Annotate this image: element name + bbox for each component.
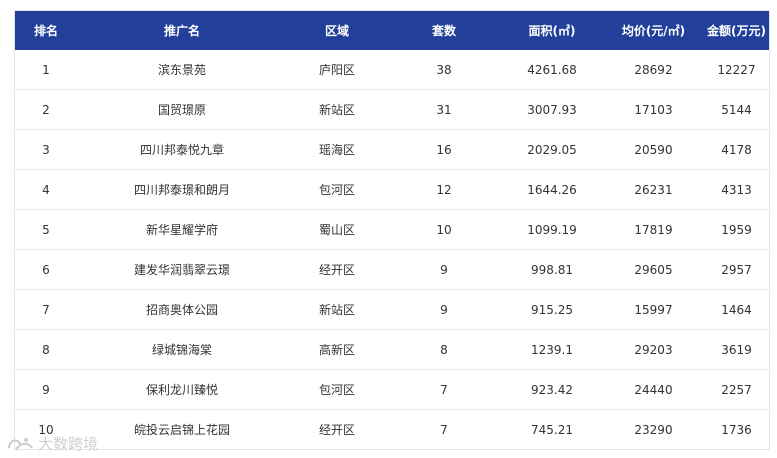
header-amount: 金额(万元) bbox=[704, 11, 769, 50]
cell-rank: 7 bbox=[15, 289, 77, 330]
cell-amount: 4178 bbox=[704, 129, 769, 170]
cell-rank: 4 bbox=[15, 169, 77, 210]
cell-avg-price: 17819 bbox=[603, 209, 704, 250]
cell-project-name: 滨东景苑 bbox=[157, 63, 206, 77]
table-row: 3 四川邦泰悦九章 瑶海区 16 2029.05 20590 4178 bbox=[15, 129, 769, 170]
header-project-name: 推广名 bbox=[77, 11, 287, 50]
header-area: 面积(㎡) bbox=[501, 11, 603, 50]
cell-units: 16 bbox=[387, 129, 501, 170]
cell-units: 9 bbox=[387, 249, 501, 290]
cell-units: 8 bbox=[387, 329, 501, 370]
cell-area: 923.42 bbox=[501, 369, 603, 410]
cell-units: 12 bbox=[387, 169, 501, 210]
cell-area: 1099.19 bbox=[501, 209, 603, 250]
cell-area: 2029.05 bbox=[501, 129, 603, 170]
watermark-text: 大数跨境 bbox=[38, 435, 99, 453]
cell-project-name: 国贸璟原 bbox=[77, 89, 287, 130]
cell-area: 745.21 bbox=[501, 409, 603, 449]
table-row: 6 建发华润翡翠云璟 经开区 9 998.81 29605 2957 bbox=[15, 249, 769, 290]
cell-project-name: 招商奥体公园 bbox=[77, 289, 287, 330]
cell-project-name: 皖投云启锦上花园 bbox=[77, 409, 287, 449]
cell-rank: 8 bbox=[15, 329, 77, 370]
cell-project-name: 绿城锦海棠 bbox=[77, 329, 287, 370]
cell-rank: 5 bbox=[15, 209, 77, 250]
cell-rank: 6 bbox=[15, 249, 77, 290]
table-row: 9 保利龙川臻悦 包河区 7 923.42 24440 2257 bbox=[15, 369, 769, 410]
cell-district: 包河区 bbox=[287, 169, 387, 210]
cell-rank: 2 bbox=[15, 89, 77, 130]
cell-amount: 12227 bbox=[717, 62, 756, 77]
cell-project-name: 四川邦泰悦九章 bbox=[77, 129, 287, 170]
header-units: 套数 bbox=[387, 11, 501, 50]
cell-amount: 4313 bbox=[704, 169, 769, 210]
cell-district: 新站区 bbox=[287, 89, 387, 130]
ranking-table-container: 排名 推广名 区域 套数 面积(㎡) 均价(元/㎡) 金额(万元) 1 滨东景苑 庐… bbox=[14, 10, 770, 450]
cell-district: 经开区 bbox=[287, 249, 387, 290]
cell-amount: 1736 bbox=[704, 409, 769, 449]
header-rank: 排名 bbox=[15, 11, 77, 50]
cell-area: 1644.26 bbox=[501, 169, 603, 210]
cell-district: 包河区 bbox=[287, 369, 387, 410]
cell-area: 915.25 bbox=[501, 289, 603, 330]
cell-avg-price: 24440 bbox=[603, 369, 704, 410]
table-row: 8 绿城锦海棠 高新区 8 1239.1 29203 3619 bbox=[15, 329, 769, 370]
table-row: 7 招商奥体公园 新站区 9 915.25 15997 1464 bbox=[15, 289, 769, 330]
cell-amount: 1464 bbox=[704, 289, 769, 330]
cell-units: 7 bbox=[387, 409, 501, 449]
cell-area: 998.81 bbox=[501, 249, 603, 290]
cell-amount: 2957 bbox=[704, 249, 769, 290]
cell-project-name: 四川邦泰璟和朗月 bbox=[77, 169, 287, 210]
cell-avg-price: 28692 bbox=[634, 62, 673, 77]
cell-district: 蜀山区 bbox=[287, 209, 387, 250]
cell-avg-price: 15997 bbox=[603, 289, 704, 330]
cell-amount: 5144 bbox=[704, 89, 769, 130]
table-row: 10 皖投云启锦上花园 经开区 7 745.21 23290 1736 bbox=[15, 409, 769, 449]
cell-district: 庐阳区 bbox=[318, 63, 355, 77]
cell-amount: 1959 bbox=[704, 209, 769, 250]
cell-avg-price: 17103 bbox=[603, 89, 704, 130]
cell-amount: 2257 bbox=[704, 369, 769, 410]
header-avg-price: 均价(元/㎡) bbox=[603, 11, 704, 50]
cell-rank: 9 bbox=[15, 369, 77, 410]
table-header-row: 排名 推广名 区域 套数 面积(㎡) 均价(元/㎡) 金额(万元) bbox=[15, 11, 769, 50]
table-row: 1 滨东景苑 庐阳区 38 4261.68 28692 12227 bbox=[15, 50, 769, 90]
cell-units: 10 bbox=[387, 209, 501, 250]
brand-logo-icon bbox=[6, 434, 36, 454]
cell-units: 7 bbox=[387, 369, 501, 410]
cell-units: 38 bbox=[436, 62, 452, 77]
cell-avg-price: 23290 bbox=[603, 409, 704, 449]
table-body: 1 滨东景苑 庐阳区 38 4261.68 28692 12227 2 国贸璟原 新站区 31 300… bbox=[15, 50, 769, 449]
cell-avg-price: 29203 bbox=[603, 329, 704, 370]
cell-project-name: 保利龙川臻悦 bbox=[77, 369, 287, 410]
table-row: 2 国贸璟原 新站区 31 3007.93 17103 5144 bbox=[15, 89, 769, 130]
cell-avg-price: 20590 bbox=[603, 129, 704, 170]
cell-rank: 3 bbox=[15, 129, 77, 170]
header-district: 区域 bbox=[287, 11, 387, 50]
cell-district: 经开区 bbox=[287, 409, 387, 449]
cell-district: 瑶海区 bbox=[287, 129, 387, 170]
cell-project-name: 新华星耀学府 bbox=[77, 209, 287, 250]
cell-area: 1239.1 bbox=[501, 329, 603, 370]
cell-district: 新站区 bbox=[287, 289, 387, 330]
cell-amount: 3619 bbox=[704, 329, 769, 370]
table-row: 4 四川邦泰璟和朗月 包河区 12 1644.26 26231 4313 bbox=[15, 169, 769, 210]
cell-units: 9 bbox=[387, 289, 501, 330]
cell-district: 高新区 bbox=[287, 329, 387, 370]
cell-area: 3007.93 bbox=[501, 89, 603, 130]
cell-area: 4261.68 bbox=[527, 62, 577, 77]
cell-units: 31 bbox=[387, 89, 501, 130]
cell-avg-price: 29605 bbox=[603, 249, 704, 290]
cell-avg-price: 26231 bbox=[603, 169, 704, 210]
table-row: 5 新华星耀学府 蜀山区 10 1099.19 17819 1959 bbox=[15, 209, 769, 250]
cell-rank: 1 bbox=[42, 62, 50, 77]
ranking-table: 排名 推广名 区域 套数 面积(㎡) 均价(元/㎡) 金额(万元) 1 滨东景苑 庐… bbox=[15, 11, 769, 449]
watermark: 大数跨境 bbox=[6, 433, 98, 454]
cell-project-name: 建发华润翡翠云璟 bbox=[77, 249, 287, 290]
